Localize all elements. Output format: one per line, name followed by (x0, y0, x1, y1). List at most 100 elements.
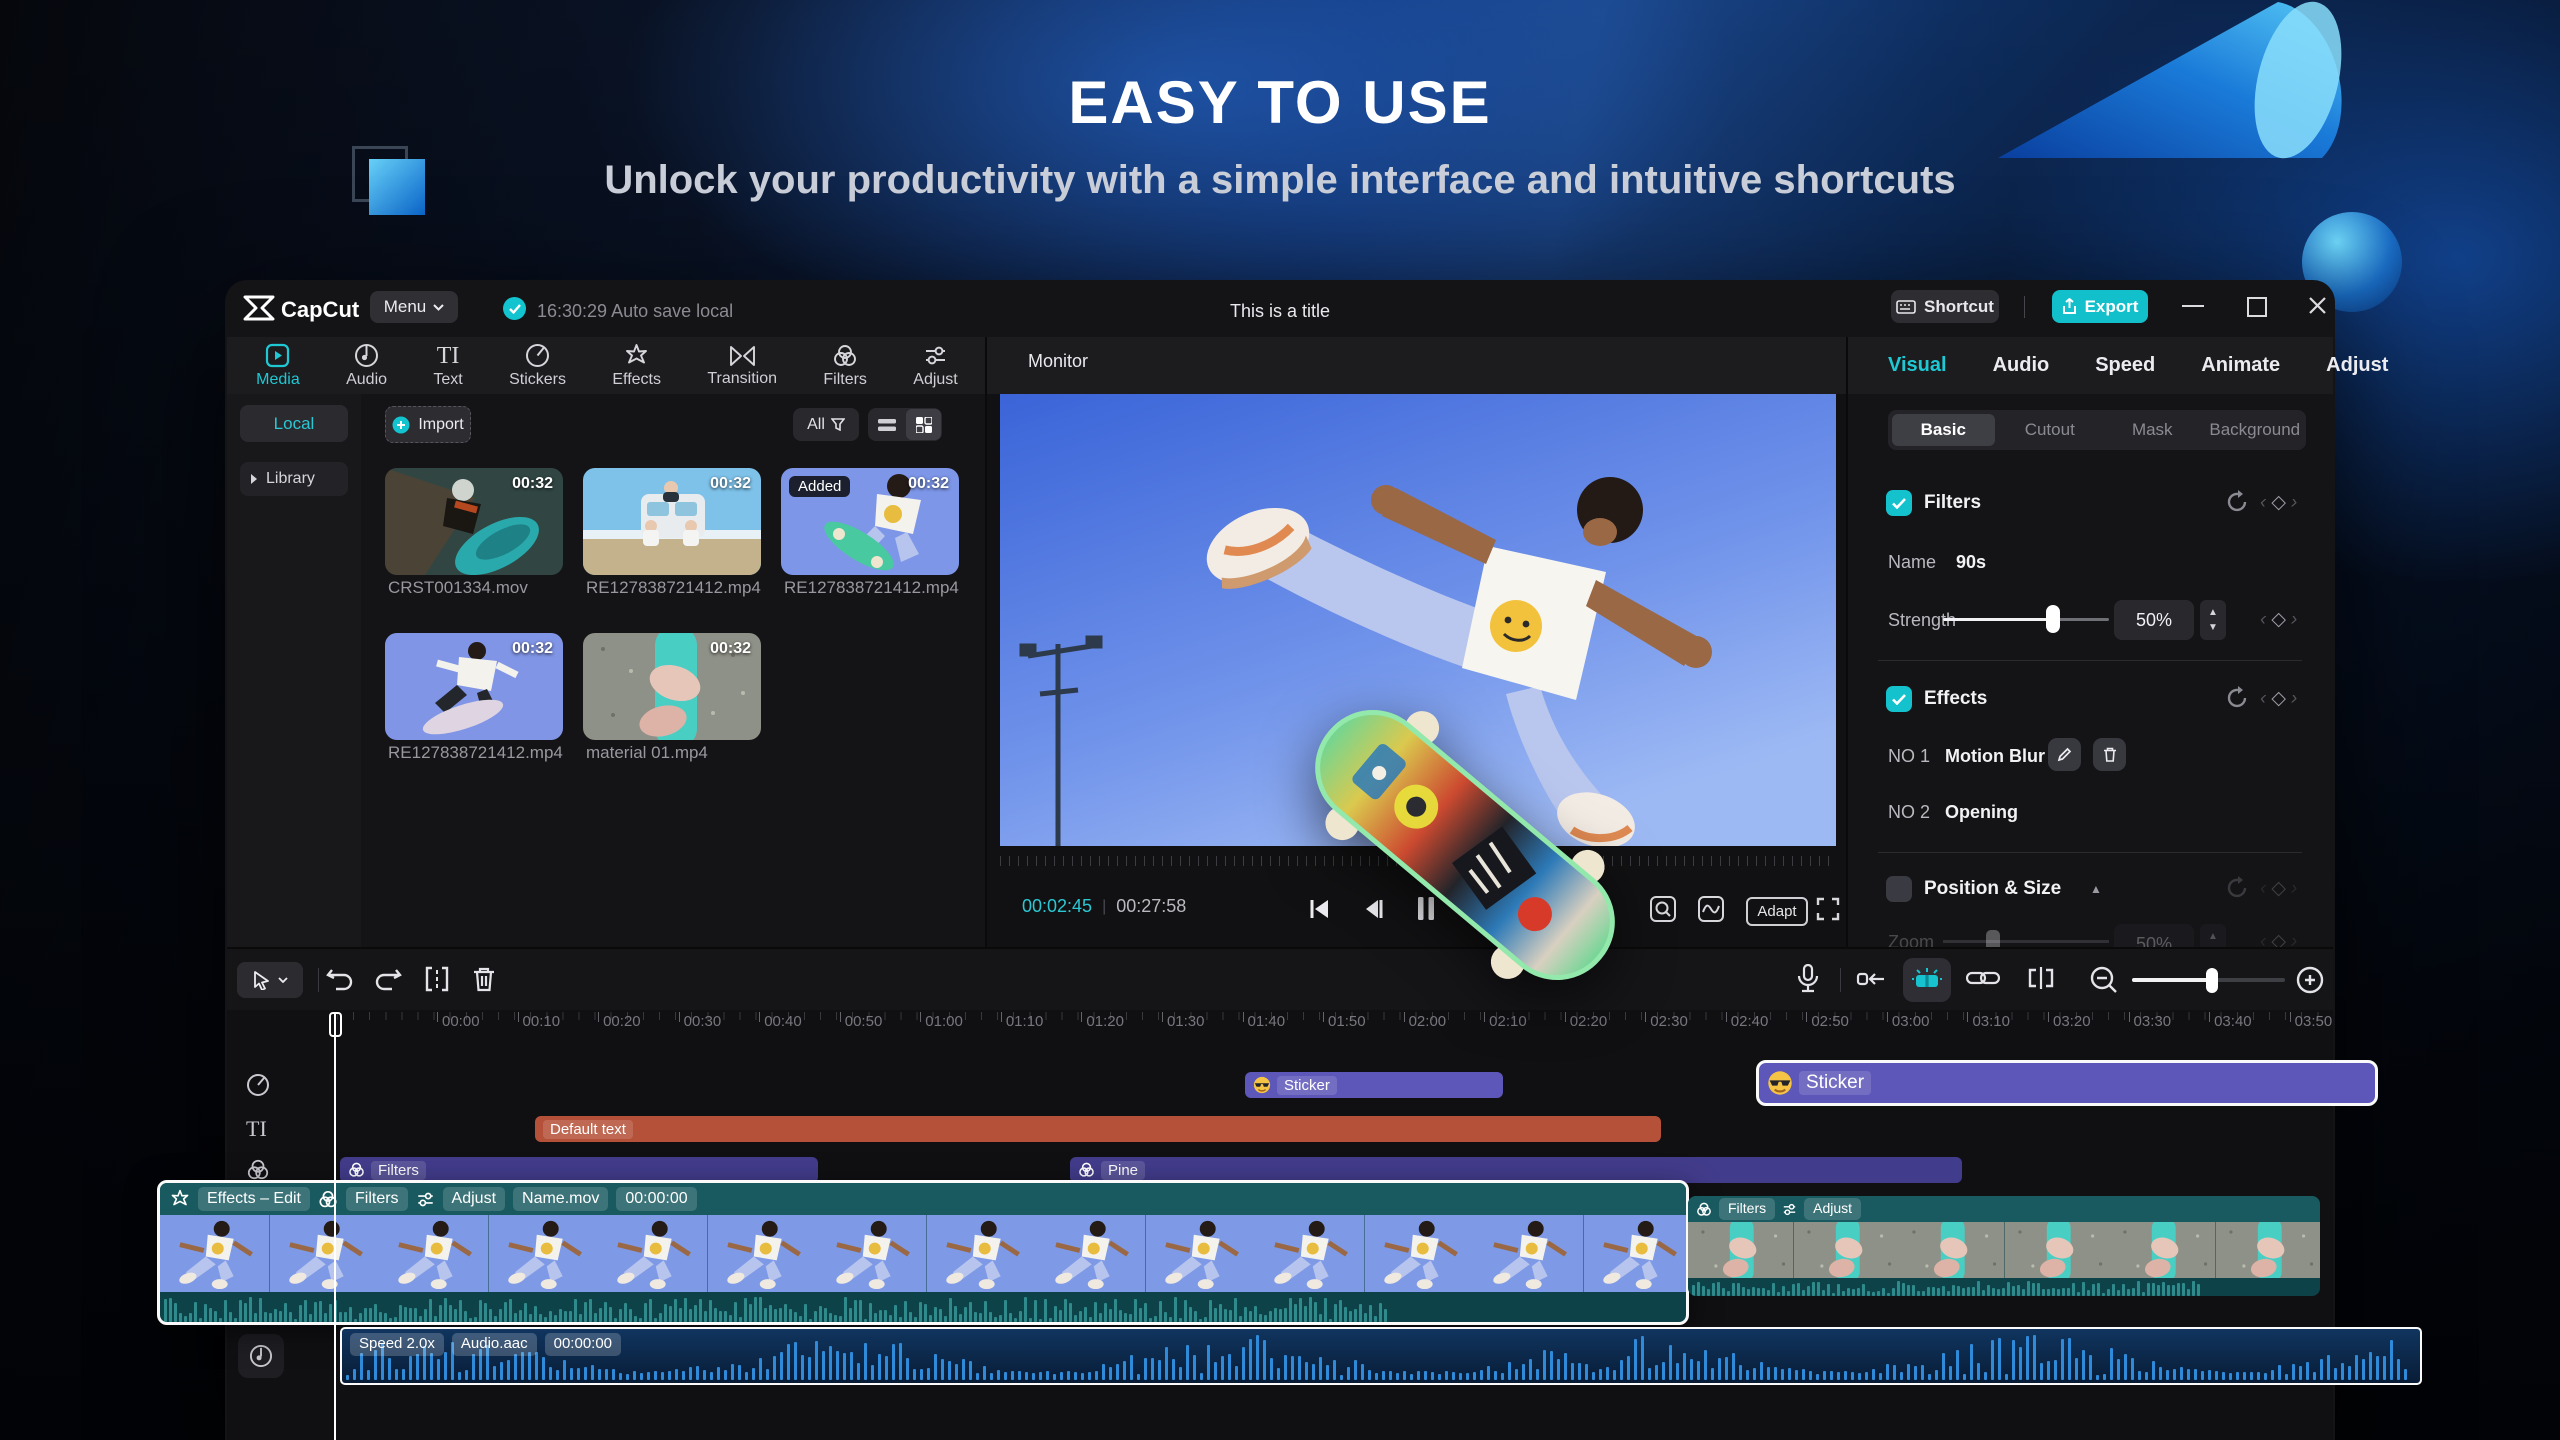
grid-view-button[interactable] (906, 409, 941, 440)
tab-effects[interactable]: Effects (612, 343, 661, 389)
effects-keyframe-controls[interactable]: ‹◇› (2260, 687, 2302, 710)
media-item-thumb[interactable]: 00:32 (583, 633, 761, 740)
ruler-major-tick (678, 1012, 680, 1022)
ruler-major-tick (839, 1012, 841, 1022)
tab-stickers[interactable]: Stickers (509, 343, 566, 389)
clip-badge-effects[interactable]: Effects – Edit (198, 1187, 310, 1211)
video-clip-header: Effects – Edit Filters Adjust Name.mov 0… (160, 1183, 1686, 1215)
tab-adjust[interactable]: Adjust (913, 343, 958, 389)
media-item-thumb[interactable]: Added 00:32 (781, 468, 959, 575)
delete-effect-button[interactable] (2093, 738, 2126, 771)
media-item-name: RE127838721412.mp4 (586, 578, 761, 597)
shortcut-button[interactable]: Shortcut (1891, 290, 1999, 323)
zoom-keyframe-controls[interactable]: ‹◇› (2260, 930, 2302, 947)
sticker-clip[interactable]: Sticker (1245, 1072, 1503, 1098)
fullscreen-button[interactable] (1816, 897, 1840, 921)
list-view-button[interactable] (868, 408, 905, 441)
strength-stepper[interactable]: ▲ ▼ (2200, 600, 2226, 640)
sticker-clip-label: Sticker (1799, 1071, 1872, 1095)
close-button[interactable] (2308, 296, 2327, 315)
video-clip[interactable]: Filters Adjust (1688, 1196, 2320, 1296)
strength-keyframe-controls[interactable]: ‹◇› (2260, 608, 2302, 631)
effect-row-name: Opening (1945, 802, 2018, 822)
adapt-ratio-button[interactable]: Adapt (1746, 897, 1808, 926)
position-keyframe-controls[interactable]: ‹◇› (2260, 877, 2302, 900)
timeline-zoom-out-button[interactable] (2090, 966, 2118, 994)
strength-slider-handle[interactable] (2046, 605, 2060, 633)
minimize-button[interactable] (2182, 305, 2204, 307)
filter-all-button[interactable]: All (793, 408, 859, 441)
media-item-thumb[interactable]: 00:32 (583, 468, 761, 575)
media-item-thumb[interactable]: 00:32 (385, 633, 563, 740)
menu-button[interactable]: Menu (370, 291, 458, 323)
tab-filters[interactable]: Filters (823, 344, 867, 389)
preview-quality-button[interactable] (1698, 896, 1724, 922)
split-button[interactable] (424, 966, 450, 992)
timeline-zoom-in-button[interactable] (2296, 966, 2324, 994)
undo-button[interactable] (326, 966, 354, 992)
clip-badge-adjust[interactable]: Adjust (1804, 1198, 1862, 1220)
track-sticker-icon (247, 1074, 269, 1096)
filters-icon (834, 344, 857, 366)
tab-adjust-inspector[interactable]: Adjust (2326, 354, 2388, 377)
tab-media[interactable]: Media (256, 343, 300, 389)
zoom-slider-track[interactable] (1943, 940, 2109, 943)
video-clip-selected[interactable]: Effects – Edit Filters Adjust Name.mov 0… (157, 1180, 1689, 1325)
tab-speed[interactable]: Speed (2095, 354, 2155, 377)
clip-badge-filters[interactable]: Filters (345, 1187, 408, 1211)
time-display: 00:02:45 | 00:27:58 (1022, 896, 1187, 916)
subtab-mask[interactable]: Mask (2101, 420, 2204, 440)
subtab-cutout[interactable]: Cutout (1999, 420, 2102, 440)
media-item-thumb[interactable]: 00:32 (385, 468, 563, 575)
record-voiceover-button[interactable] (1796, 964, 1820, 994)
sticker-clip-selected[interactable]: Sticker (1756, 1060, 2378, 1106)
playhead-line[interactable] (334, 1012, 336, 1440)
unlink-clips-button[interactable] (2026, 966, 2056, 990)
import-button[interactable]: Import (385, 406, 471, 443)
tab-text[interactable]: TI Text (433, 344, 462, 389)
zoom-slider-handle[interactable] (1986, 930, 2000, 947)
zoom-value-box[interactable]: 50% (2114, 924, 2194, 947)
filmstrip-frame (1036, 1215, 1146, 1292)
subtab-basic[interactable]: Basic (1892, 414, 1995, 446)
timeline-zoom-slider-fill (2132, 978, 2212, 982)
tab-audio[interactable]: Audio (346, 343, 387, 389)
strength-value-box[interactable]: 50% (2114, 600, 2194, 640)
text-clip[interactable]: Default text (535, 1116, 1661, 1142)
filters-keyframe-controls[interactable]: ‹◇› (2260, 491, 2302, 514)
tab-animate[interactable]: Animate (2201, 354, 2280, 377)
clip-badge-adjust[interactable]: Adjust (442, 1187, 506, 1211)
document-title: This is a title (1229, 301, 1331, 321)
tab-visual[interactable]: Visual (1888, 354, 1947, 377)
clip-badge-filters[interactable]: Filters (1719, 1198, 1776, 1220)
sidebar-item-library[interactable]: Library (240, 462, 348, 496)
reset-icon[interactable] (2226, 876, 2250, 900)
tab-audio-inspector[interactable]: Audio (1993, 354, 2050, 377)
auto-snap-button[interactable] (1856, 968, 1886, 990)
filters-checkbox[interactable] (1886, 490, 1912, 516)
sidebar-item-local[interactable]: Local (240, 405, 348, 442)
reset-icon[interactable] (2226, 490, 2250, 514)
export-button[interactable]: Export (2052, 290, 2148, 323)
reset-icon[interactable] (2226, 686, 2250, 710)
effects-checkbox[interactable] (1886, 686, 1912, 712)
filmstrip-frame (2215, 1222, 2320, 1278)
delete-button[interactable] (472, 966, 496, 992)
effect-row-name: Motion Blur (1945, 746, 2045, 766)
audio-clip[interactable]: Speed 2.0x Audio.aac 00:00:00 (340, 1327, 2422, 1385)
preview-axis-button[interactable] (1903, 958, 1951, 1002)
monitor-header-bg (987, 337, 1846, 394)
tab-transition[interactable]: Transition (707, 345, 777, 388)
maximize-button[interactable] (2247, 297, 2267, 317)
position-size-checkbox[interactable] (1886, 876, 1912, 902)
subtab-background[interactable]: Background (2204, 420, 2307, 440)
link-clips-button[interactable] (1966, 968, 2000, 988)
text-icon: TI (436, 342, 460, 369)
collapse-arrow-icon[interactable]: ▲ (2090, 882, 2102, 896)
zoom-stepper[interactable]: ▲▼ (2200, 924, 2226, 947)
select-tool-button[interactable] (237, 962, 303, 998)
redo-button[interactable] (374, 966, 402, 992)
timeline-zoom-slider-handle[interactable] (2206, 968, 2218, 993)
preview-axis-icon (1912, 968, 1942, 987)
edit-effect-button[interactable] (2048, 738, 2081, 771)
